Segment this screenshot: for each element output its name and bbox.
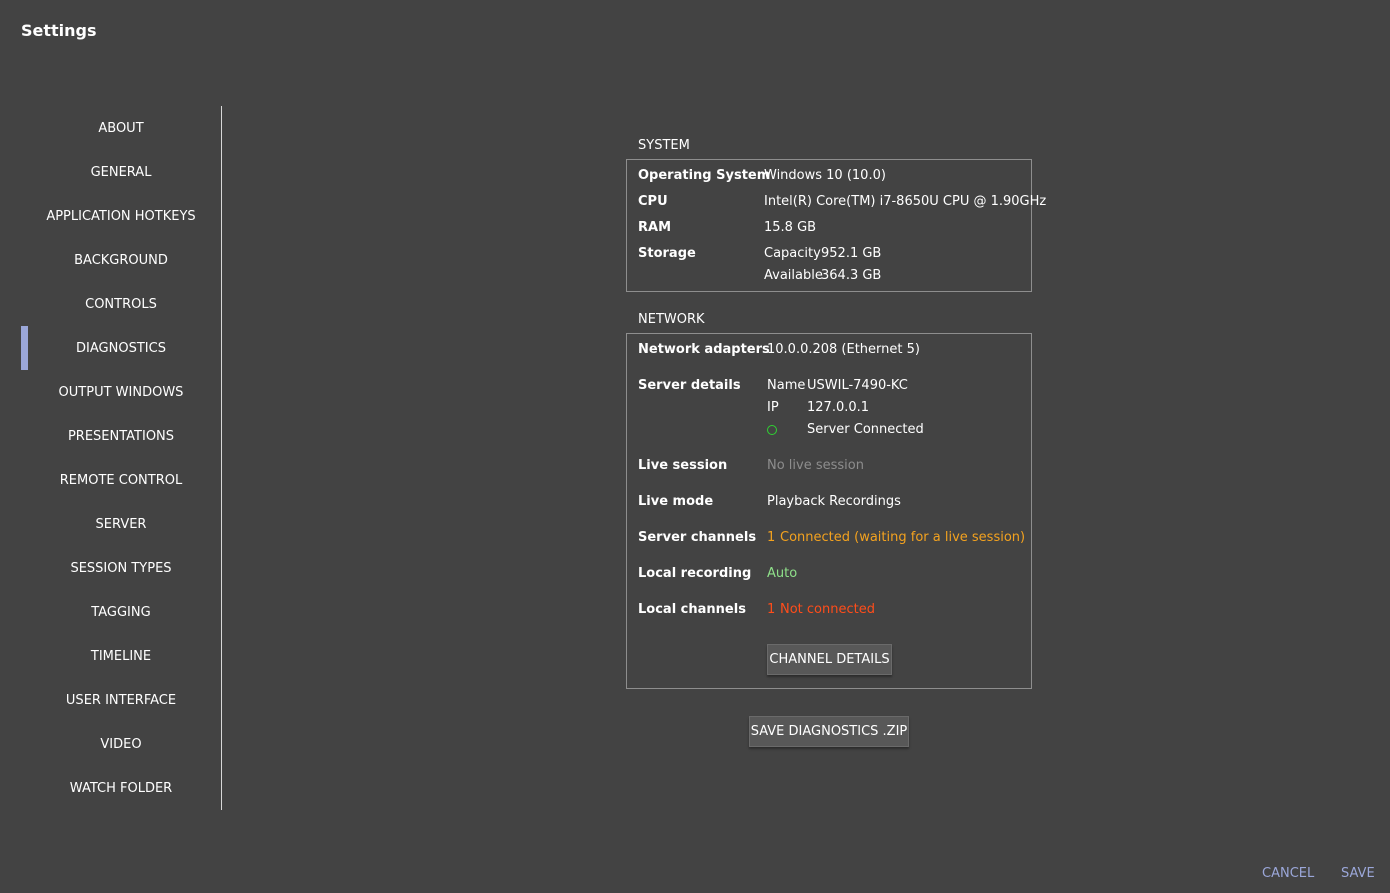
- available-value: 364.3 GB: [821, 268, 882, 283]
- settings-sidebar: ABOUT GENERAL APPLICATION HOTKEYS BACKGR…: [21, 106, 222, 810]
- server-name-value: USWIL-7490-KC: [807, 378, 908, 393]
- sidebar-item-background[interactable]: BACKGROUND: [21, 238, 221, 282]
- cancel-button[interactable]: CANCEL: [1262, 866, 1314, 881]
- network-adapters-value: 10.0.0.208 (Ethernet 5): [767, 342, 920, 357]
- sidebar-item-tagging[interactable]: TAGGING: [21, 590, 221, 634]
- ram-value: 15.8 GB: [764, 220, 817, 235]
- save-diagnostics-button[interactable]: SAVE DIAGNOSTICS .ZIP: [749, 716, 909, 747]
- sidebar-item-general[interactable]: GENERAL: [21, 150, 221, 194]
- live-mode-value: Playback Recordings: [767, 494, 901, 509]
- window-title: Settings: [21, 21, 97, 40]
- server-channels-label: Server channels: [638, 530, 757, 545]
- storage-label: Storage: [638, 246, 696, 261]
- os-label: Operating System: [638, 168, 771, 183]
- sidebar-item-server[interactable]: SERVER: [21, 502, 221, 546]
- server-name-label: Name: [767, 378, 806, 393]
- live-session-value: No live session: [767, 458, 864, 473]
- cpu-value: Intel(R) Core(TM) i7-8650U CPU @ 1.90GHz: [764, 194, 1047, 209]
- sidebar-item-session-types[interactable]: SESSION TYPES: [21, 546, 221, 590]
- capacity-value: 952.1 GB: [821, 246, 882, 261]
- network-heading: NETWORK: [638, 312, 705, 327]
- sidebar-item-controls[interactable]: CONTROLS: [21, 282, 221, 326]
- system-heading: SYSTEM: [638, 138, 690, 153]
- sidebar-item-user-interface[interactable]: USER INTERFACE: [21, 678, 221, 722]
- ram-label: RAM: [638, 220, 672, 235]
- channel-details-button[interactable]: CHANNEL DETAILS: [767, 644, 892, 675]
- connection-status-icon: [767, 425, 777, 435]
- local-recording-value: Auto: [767, 566, 798, 581]
- server-status-text: Server Connected: [807, 422, 924, 437]
- os-value: Windows 10 (10.0): [764, 168, 886, 183]
- capacity-label: Capacity: [764, 246, 821, 261]
- server-channels-value: Connected (waiting for a live session): [780, 530, 1026, 545]
- local-channels-count: 1: [767, 602, 776, 617]
- available-label: Available: [764, 268, 823, 283]
- server-channels-count: 1: [767, 530, 776, 545]
- cpu-label: CPU: [638, 194, 668, 209]
- live-session-label: Live session: [638, 458, 728, 473]
- local-channels-label: Local channels: [638, 602, 746, 617]
- sidebar-item-about[interactable]: ABOUT: [21, 106, 221, 150]
- network-adapters-label: Network adapters: [638, 342, 770, 357]
- sidebar-item-timeline[interactable]: TIMELINE: [21, 634, 221, 678]
- sidebar-item-output-windows[interactable]: OUTPUT WINDOWS: [21, 370, 221, 414]
- sidebar-item-watch-folder[interactable]: WATCH FOLDER: [21, 766, 221, 810]
- server-details-label: Server details: [638, 378, 741, 393]
- live-mode-label: Live mode: [638, 494, 714, 509]
- sidebar-item-application-hotkeys[interactable]: APPLICATION HOTKEYS: [21, 194, 221, 238]
- sidebar-item-presentations[interactable]: PRESENTATIONS: [21, 414, 221, 458]
- sidebar-item-video[interactable]: VIDEO: [21, 722, 221, 766]
- server-ip-value: 127.0.0.1: [807, 400, 870, 415]
- sidebar-item-diagnostics[interactable]: DIAGNOSTICS: [21, 326, 221, 370]
- save-button[interactable]: SAVE: [1341, 866, 1375, 881]
- local-recording-label: Local recording: [638, 566, 752, 581]
- local-channels-value: Not connected: [780, 602, 875, 617]
- sidebar-item-remote-control[interactable]: REMOTE CONTROL: [21, 458, 221, 502]
- server-ip-label: IP: [767, 400, 779, 415]
